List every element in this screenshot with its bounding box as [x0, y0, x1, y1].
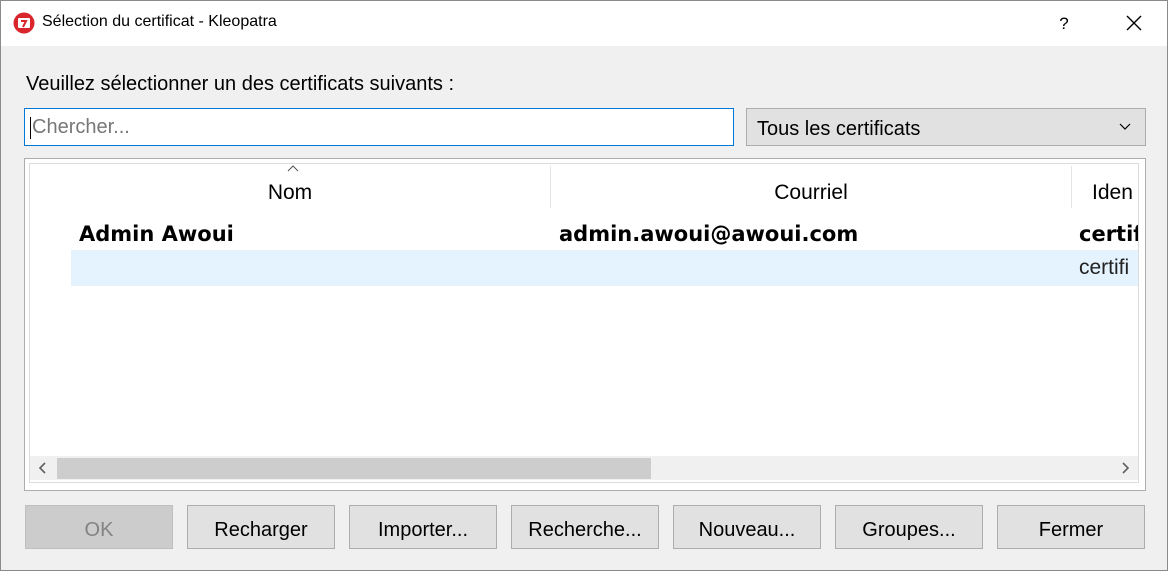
column-header-name[interactable]: Nom	[30, 164, 550, 212]
cell-id: certif	[1079, 222, 1139, 246]
lookup-button[interactable]: Recherche...	[511, 505, 659, 549]
close-window-icon[interactable]	[1111, 1, 1157, 46]
scrollbar-thumb[interactable]	[57, 458, 651, 479]
search-input[interactable]	[25, 109, 733, 145]
reload-button[interactable]: Recharger	[187, 505, 335, 549]
cell-name: Admin Awoui	[79, 222, 234, 246]
filter-selected-value: Tous les certificats	[757, 118, 921, 140]
selection-prompt: Veuillez sélectionner un des certificats…	[26, 73, 454, 95]
cell-id: certifi	[1079, 256, 1130, 279]
scroll-right-icon[interactable]	[1114, 456, 1138, 480]
ok-button[interactable]: OK	[25, 505, 173, 549]
certificate-selection-dialog: Sélection du certificat - Kleopatra ? Ve…	[0, 0, 1168, 571]
scroll-left-icon[interactable]	[30, 456, 54, 480]
row-highlight	[71, 250, 1138, 286]
table-header: Nom Courriel Iden	[30, 164, 1138, 212]
text-caret	[30, 117, 31, 139]
table-row[interactable]: certifi	[30, 250, 1138, 286]
new-certificate-button[interactable]: Nouveau...	[673, 505, 821, 549]
kleopatra-app-icon	[13, 12, 35, 34]
column-header-email[interactable]: Courriel	[551, 164, 1071, 212]
import-button[interactable]: Importer...	[349, 505, 497, 549]
cell-email: admin.awoui@awoui.com	[559, 222, 859, 246]
close-button[interactable]: Fermer	[997, 505, 1145, 549]
certificate-table[interactable]: Nom Courriel Iden Admin Awoui admin.awou…	[29, 163, 1139, 483]
horizontal-scrollbar[interactable]	[30, 456, 1138, 480]
certificate-filter-dropdown[interactable]: Tous les certificats	[746, 108, 1146, 146]
title-bar: Sélection du certificat - Kleopatra ?	[1, 1, 1167, 46]
window-title: Sélection du certificat - Kleopatra	[42, 13, 277, 30]
column-divider[interactable]	[1071, 166, 1072, 208]
column-header-id[interactable]: Iden	[1092, 164, 1138, 212]
table-row[interactable]: Admin Awoui admin.awoui@awoui.com certif	[30, 216, 1139, 252]
groups-button[interactable]: Groupes...	[835, 505, 983, 549]
chevron-down-icon	[1119, 123, 1131, 130]
help-button[interactable]: ?	[1042, 1, 1086, 46]
search-field[interactable]	[24, 108, 734, 146]
certificate-list[interactable]: Nom Courriel Iden Admin Awoui admin.awou…	[24, 158, 1146, 491]
